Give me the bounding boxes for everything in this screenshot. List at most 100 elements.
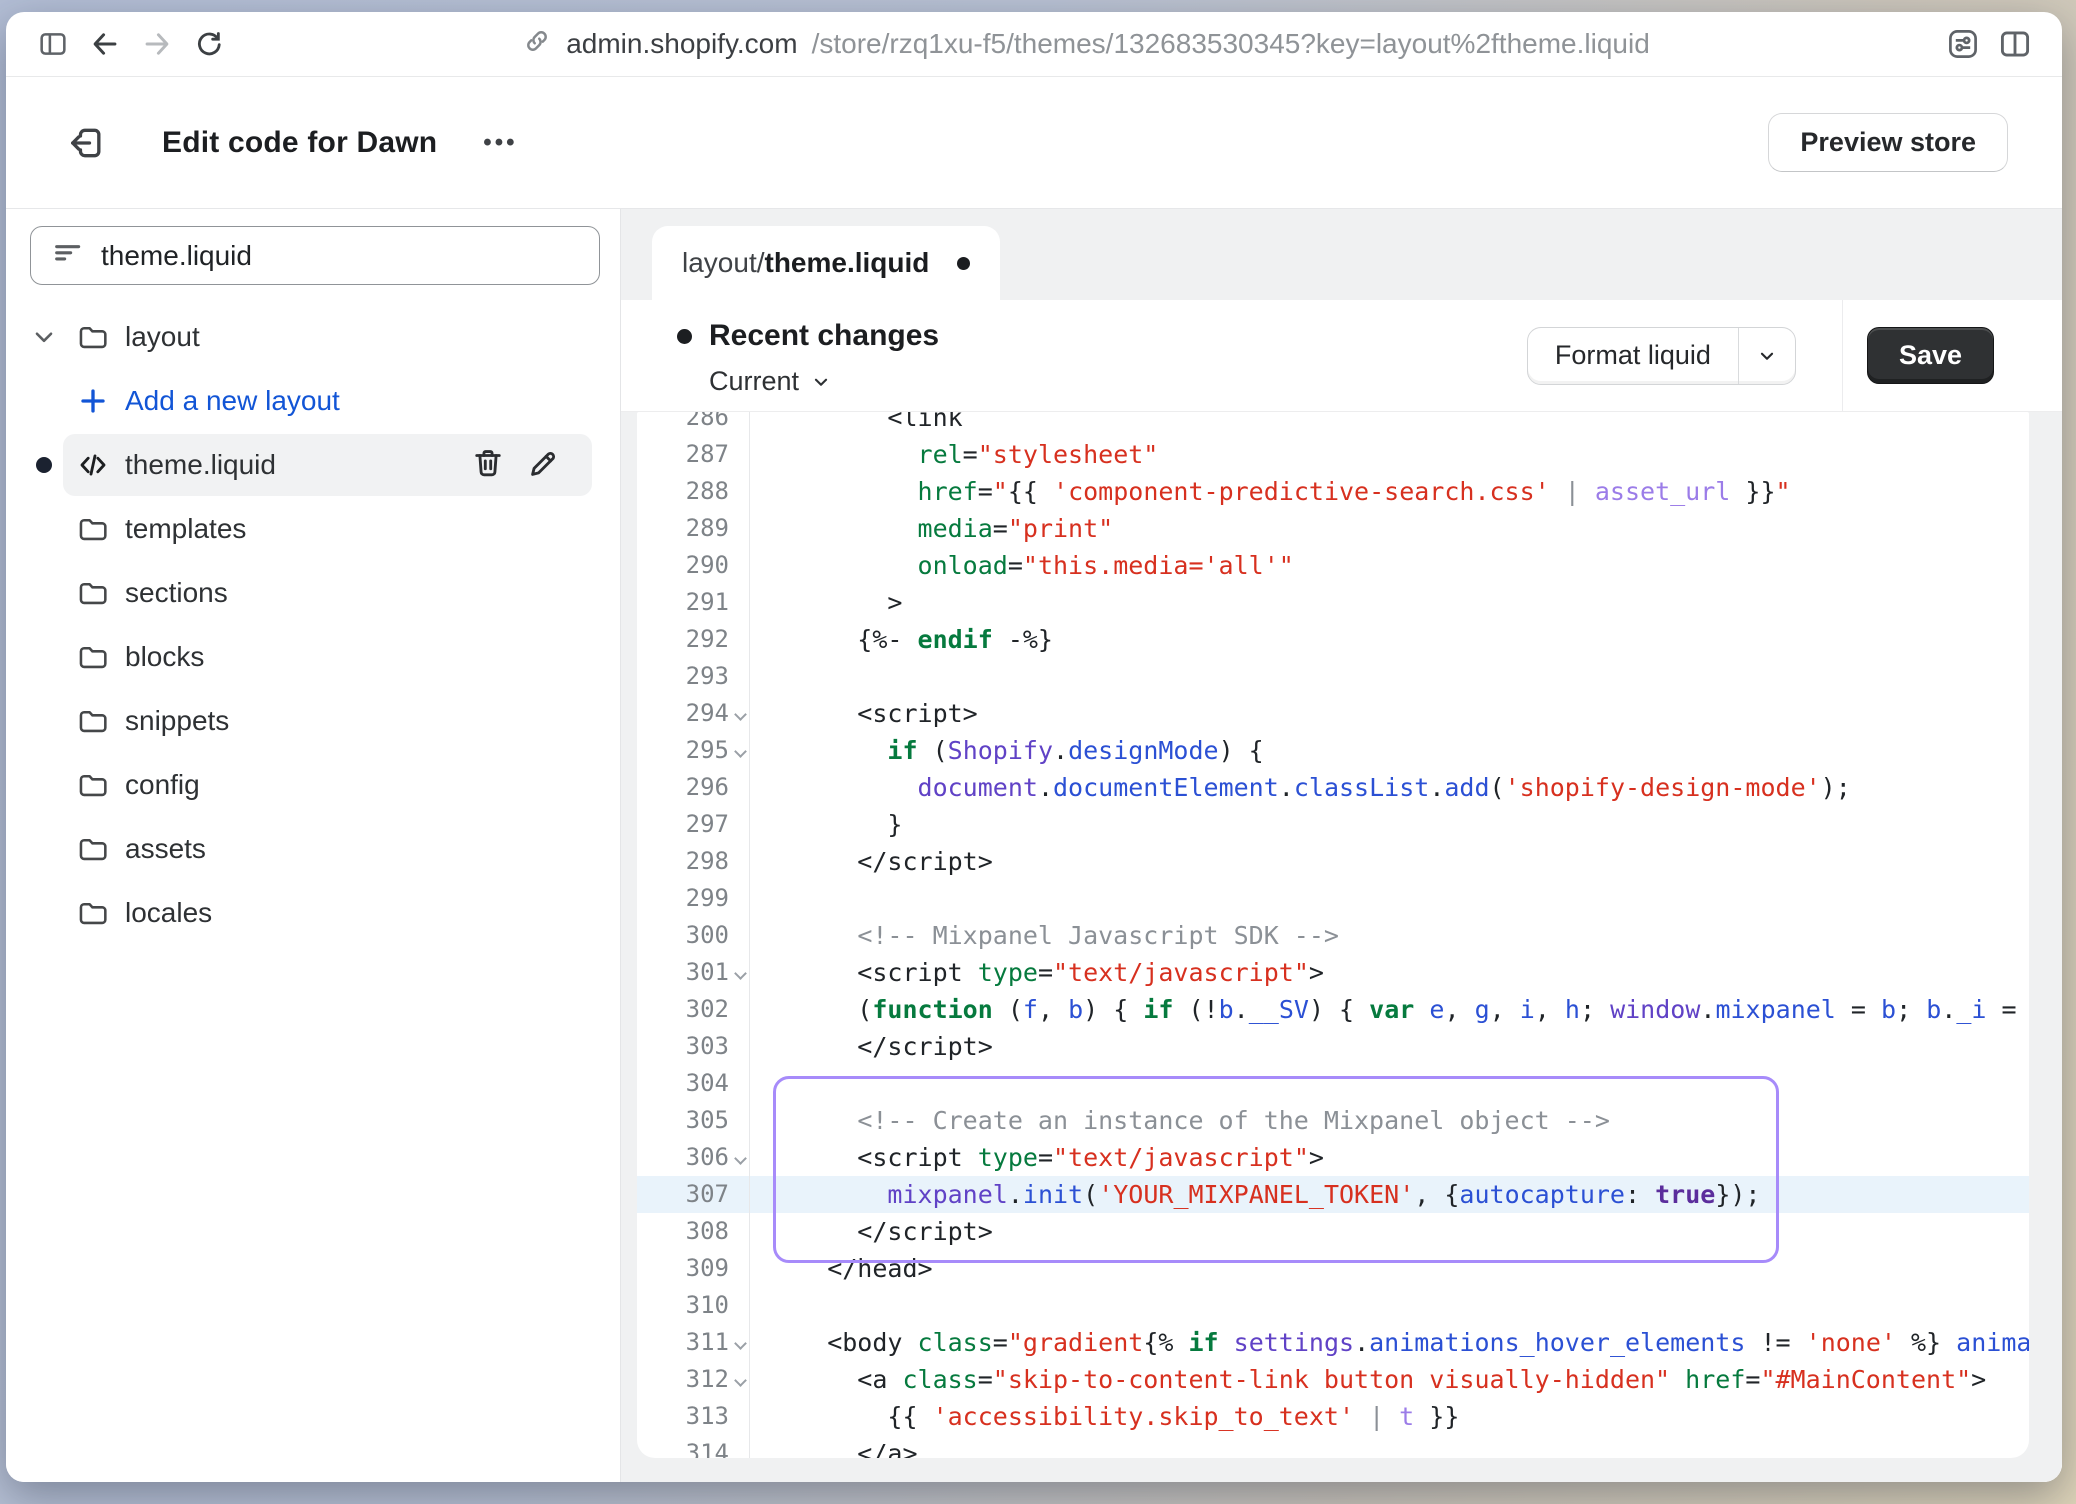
fold-toggle-icon[interactable] xyxy=(734,967,749,982)
code-line-298[interactable]: 298 </script> xyxy=(637,843,2029,880)
code-line-304[interactable]: 304 xyxy=(637,1065,2029,1102)
back-arrow-icon[interactable] xyxy=(82,21,128,67)
code-line-309[interactable]: 309 </head> xyxy=(637,1250,2029,1287)
code-line-290[interactable]: 290 onload="this.media='all'" xyxy=(637,547,2029,584)
sidebar-item-label: sections xyxy=(125,577,228,609)
format-liquid-button[interactable]: Format liquid xyxy=(1528,328,1738,384)
reload-icon[interactable] xyxy=(186,21,232,67)
more-options-button[interactable]: ••• xyxy=(483,129,517,157)
chevron-right-icon[interactable] xyxy=(30,708,58,734)
search-value: theme.liquid xyxy=(101,240,252,272)
version-dropdown[interactable]: Current xyxy=(709,366,939,397)
code-line-294[interactable]: 294 <script> xyxy=(637,695,2029,732)
browser-settings-icon[interactable] xyxy=(1940,21,1986,67)
code-text: </script> xyxy=(750,1213,993,1250)
code-line-308[interactable]: 308 </script> xyxy=(637,1213,2029,1250)
sidebar-item-sections[interactable]: sections xyxy=(6,561,606,625)
code-line-313[interactable]: 313 {{ 'accessibility.skip_to_text' | t … xyxy=(637,1398,2029,1435)
sidebar-toggle-icon[interactable] xyxy=(30,21,76,67)
preview-store-button[interactable]: Preview store xyxy=(1768,113,2008,172)
fold-toggle-icon[interactable] xyxy=(734,1374,749,1389)
line-number-286: 286 xyxy=(637,412,750,436)
code-text: <body class="gradient{% if settings.anim… xyxy=(750,1324,2029,1361)
sidebar-item-layout[interactable]: layout xyxy=(6,305,606,369)
chevron-right-icon[interactable] xyxy=(30,644,58,670)
code-text: <script type="text/javascript"> xyxy=(750,954,1324,991)
delete-file-icon[interactable] xyxy=(470,445,506,486)
tab-layout-theme-liquid[interactable]: layout/theme.liquid xyxy=(652,226,1000,300)
address-bar[interactable]: admin.shopify.com/store/rzq1xu-f5/themes… xyxy=(238,26,1934,63)
code-line-301[interactable]: 301 <script type="text/javascript"> xyxy=(637,954,2029,991)
editor-pane: layout/theme.liquid Recent changes Curre… xyxy=(621,209,2062,1482)
exit-editor-button[interactable] xyxy=(64,121,108,165)
code-line-291[interactable]: 291 > xyxy=(637,584,2029,621)
code-line-296[interactable]: 296 document.documentElement.classList.a… xyxy=(637,769,2029,806)
editor-toolbar: Recent changes Current Format liquid xyxy=(621,300,2062,412)
code-text: <script type="text/javascript"> xyxy=(750,1139,1324,1176)
code-line-289[interactable]: 289 media="print" xyxy=(637,510,2029,547)
fold-toggle-icon[interactable] xyxy=(734,1337,749,1352)
code-line-311[interactable]: 311 <body class="gradient{% if settings.… xyxy=(637,1324,2029,1361)
chevron-right-icon[interactable] xyxy=(30,836,58,862)
code-text: <script> xyxy=(750,695,978,732)
revision-title-row: Recent changes xyxy=(677,319,939,353)
page-title: Edit code for Dawn xyxy=(162,126,437,160)
fold-toggle-icon[interactable] xyxy=(734,1152,749,1167)
code-line-292[interactable]: 292 {%- endif -%} xyxy=(637,621,2029,658)
fold-toggle-icon[interactable] xyxy=(734,708,749,723)
folder-icon xyxy=(76,768,110,802)
chevron-right-icon[interactable] xyxy=(30,900,58,926)
sidebar-item-locales[interactable]: locales xyxy=(6,881,606,945)
code-line-306[interactable]: 306 <script type="text/javascript"> xyxy=(637,1139,2029,1176)
code-line-307[interactable]: 307 mixpanel.init('YOUR_MIXPANEL_TOKEN',… xyxy=(637,1176,2029,1213)
url-host: admin.shopify.com xyxy=(566,28,797,60)
code-text: <a class="skip-to-content-link button vi… xyxy=(750,1361,1986,1398)
code-line-299[interactable]: 299 xyxy=(637,880,2029,917)
exit-icon xyxy=(67,124,105,162)
code-line-293[interactable]: 293 xyxy=(637,658,2029,695)
line-number-293: 293 xyxy=(637,658,750,695)
code-line-314[interactable]: 314 </a> xyxy=(637,1435,2029,1458)
tab-strip: layout/theme.liquid xyxy=(621,209,2062,300)
rename-file-icon[interactable] xyxy=(526,445,562,486)
folder-icon xyxy=(76,320,110,354)
line-number-304: 304 xyxy=(637,1065,750,1102)
chevron-right-icon[interactable] xyxy=(30,580,58,606)
file-search-input[interactable]: theme.liquid xyxy=(30,226,600,285)
code-line-303[interactable]: 303 </script> xyxy=(637,1028,2029,1065)
code-line-295[interactable]: 295 if (Shopify.designMode) { xyxy=(637,732,2029,769)
code-text: </script> xyxy=(750,843,993,880)
sidebar-item-snippets[interactable]: snippets xyxy=(6,689,606,753)
fold-toggle-icon[interactable] xyxy=(734,745,749,760)
sidebar-item-blocks[interactable]: blocks xyxy=(6,625,606,689)
code-line-312[interactable]: 312 <a class="skip-to-content-link butto… xyxy=(637,1361,2029,1398)
save-button[interactable]: Save xyxy=(1867,327,1994,384)
sidebar-item-label: snippets xyxy=(125,705,229,737)
code-lines: 286 <link287 rel="stylesheet"288 href="{… xyxy=(637,412,2029,1458)
code-line-287[interactable]: 287 rel="stylesheet" xyxy=(637,436,2029,473)
sidebar-item-templates[interactable]: templates xyxy=(6,497,606,561)
code-line-305[interactable]: 305 <!-- Create an instance of the Mixpa… xyxy=(637,1102,2029,1139)
code-line-300[interactable]: 300 <!-- Mixpanel Javascript SDK --> xyxy=(637,917,2029,954)
code-line-288[interactable]: 288 href="{{ 'component-predictive-searc… xyxy=(637,473,2029,510)
split-view-icon[interactable] xyxy=(1992,21,2038,67)
format-liquid-dropdown[interactable] xyxy=(1738,328,1795,384)
sidebar-item-config[interactable]: config xyxy=(6,753,606,817)
forward-arrow-icon[interactable] xyxy=(134,21,180,67)
sidebar-item-assets[interactable]: assets xyxy=(6,817,606,881)
code-line-297[interactable]: 297 } xyxy=(637,806,2029,843)
code-line-302[interactable]: 302 (function (f, b) { if (!b.__SV) { va… xyxy=(637,991,2029,1028)
code-line-310[interactable]: 310 xyxy=(637,1287,2029,1324)
code-text: <!-- Create an instance of the Mixpanel … xyxy=(750,1102,1610,1139)
line-number-288: 288 xyxy=(637,473,750,510)
code-text: } xyxy=(750,806,902,843)
code-editor[interactable]: 286 <link287 rel="stylesheet"288 href="{… xyxy=(637,412,2029,1458)
sidebar-item-theme-liquid[interactable]: theme.liquid xyxy=(6,433,606,497)
add-new-layout-link[interactable]: Add a new layout xyxy=(6,369,606,433)
code-line-286[interactable]: 286 <link xyxy=(637,412,2029,436)
chevron-right-icon[interactable] xyxy=(30,516,58,542)
folder-icon xyxy=(76,832,110,866)
editor-content: 286 <link287 rel="stylesheet"288 href="{… xyxy=(621,412,2062,1482)
code-text xyxy=(750,880,767,917)
chevron-down-icon[interactable] xyxy=(30,324,58,350)
